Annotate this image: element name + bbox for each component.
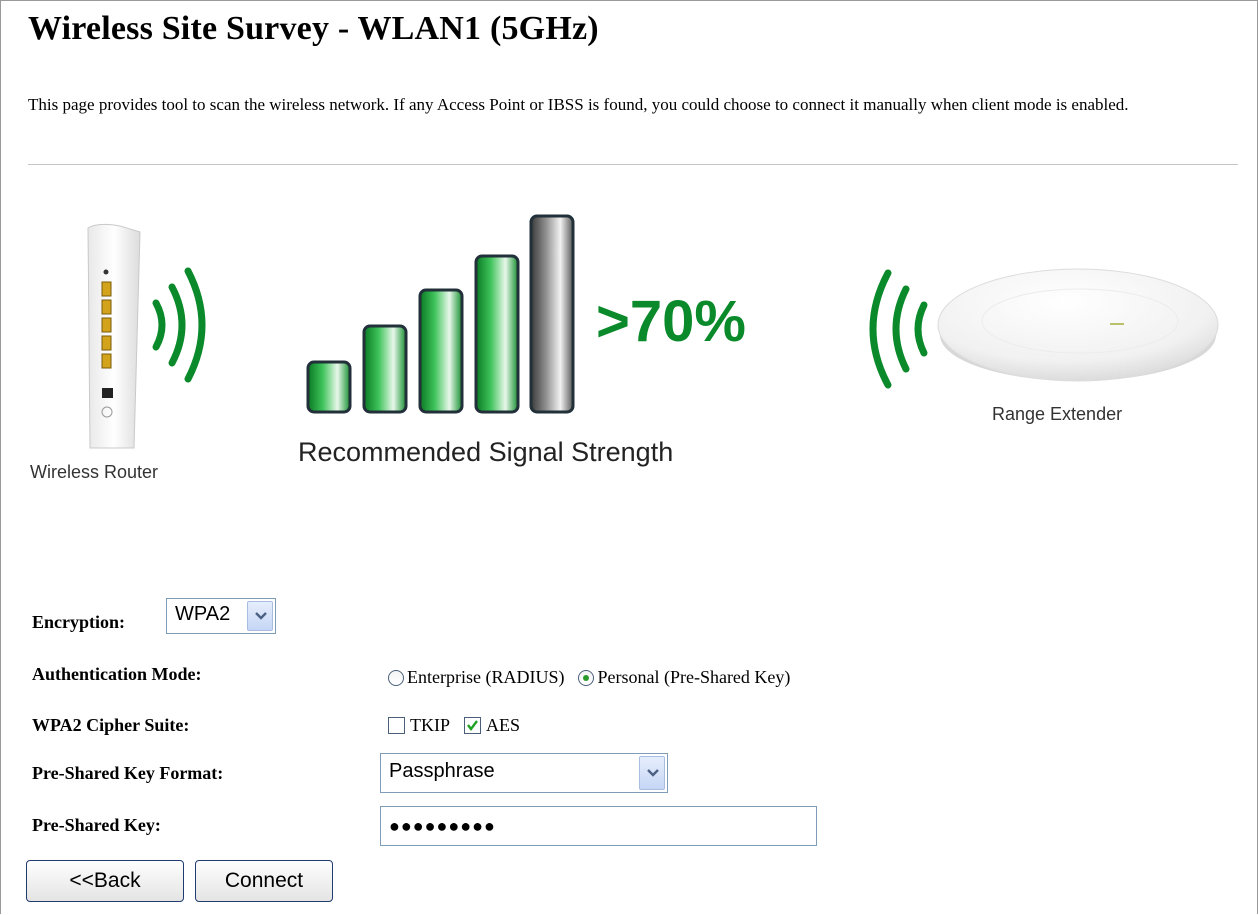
psk-format-select[interactable]: Passphrase <box>380 753 668 793</box>
checkbox-aes-label: AES <box>486 715 521 735</box>
radio-enterprise[interactable] <box>388 669 404 686</box>
signal-strength-illustration: Wireless Router >70% Recommended Signal … <box>0 200 1258 500</box>
router-label: Wireless Router <box>30 462 159 482</box>
extender-label: Range Extender <box>992 404 1123 424</box>
range-extender-icon <box>937 268 1219 382</box>
chevron-down-icon <box>247 601 273 631</box>
psk-format-select-value: Passphrase <box>389 760 495 782</box>
page-description: This page provides tool to scan the wire… <box>28 95 1129 114</box>
psk-input[interactable]: ●●●●●●●●● <box>380 806 817 846</box>
page-title: Wireless Site Survey - WLAN1 (5GHz) <box>28 10 599 47</box>
back-button[interactable]: <<Back <box>26 860 184 902</box>
cipher-suite-label: WPA2 Cipher Suite: <box>32 715 190 735</box>
signal-percent: >70% <box>596 289 746 354</box>
router-wave-icon <box>152 267 206 383</box>
divider <box>28 164 1238 165</box>
extender-wave-icon <box>869 269 928 389</box>
encryption-label: Encryption: <box>32 612 126 632</box>
checkbox-tkip[interactable] <box>388 717 405 734</box>
radio-personal-label: Personal (Pre-Shared Key) <box>597 667 791 687</box>
cipher-suite-group: TKIP AES <box>388 715 520 736</box>
encryption-select[interactable]: WPA2 <box>166 598 276 634</box>
psk-label: Pre-Shared Key: <box>32 815 161 835</box>
radio-enterprise-label: Enterprise (RADIUS) <box>407 667 565 687</box>
psk-format-label: Pre-Shared Key Format: <box>32 763 224 783</box>
signal-caption: Recommended Signal Strength <box>298 437 674 467</box>
checkbox-aes[interactable] <box>464 717 481 734</box>
signal-bars-icon <box>306 214 575 414</box>
auth-mode-label: Authentication Mode: <box>32 664 202 684</box>
checkbox-tkip-label: TKIP <box>410 715 450 735</box>
chevron-down-icon <box>639 756 665 790</box>
radio-personal[interactable] <box>578 669 595 686</box>
auth-mode-radio-group: Enterprise (RADIUS) Personal (Pre-Shared… <box>388 667 790 688</box>
encryption-select-value: WPA2 <box>175 603 231 625</box>
connect-button[interactable]: Connect <box>195 860 333 902</box>
